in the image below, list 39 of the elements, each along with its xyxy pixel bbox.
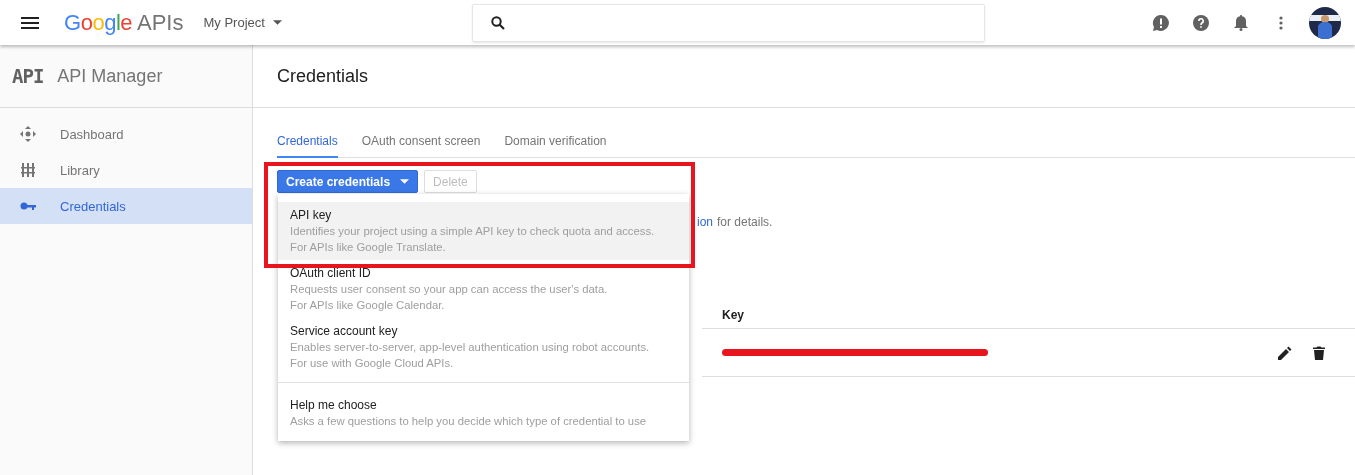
avatar-icon[interactable]: [1309, 6, 1341, 39]
key-icon: [20, 201, 36, 211]
tab[interactable]: Domain verification: [504, 132, 607, 158]
menu-item-description: For use with Google Cloud APIs.: [290, 356, 455, 371]
menu-item-title: Help me choose: [290, 397, 378, 413]
menu-item-description: For APIs like Google Translate.: [290, 240, 447, 255]
menu-item[interactable]: Help me choose Asks a few questions to help you decide which type of credential to use: [278, 382, 689, 433]
dashboard-icon: [20, 126, 36, 142]
sidebar-title: API Manager: [57, 65, 163, 87]
search-icon: [490, 15, 505, 30]
tab[interactable]: OAuth consent screen: [361, 132, 481, 158]
sidebar-item[interactable]: Library: [0, 152, 252, 188]
menu-item-description: Enables server-to-server, app-level authentication using robot accounts.: [290, 340, 651, 355]
menu-item-title: API key: [290, 207, 333, 223]
page-title: Credentials: [277, 65, 369, 87]
menu-item[interactable]: Service account key Enables server-to-server, app-level authentication using robot accounts. For use with Google Cloud APIs.: [278, 318, 689, 376]
sidebar-item[interactable]: Credentials: [0, 188, 252, 224]
menu-item-title: Service account key: [290, 323, 399, 339]
details-link[interactable]: ion: [697, 215, 713, 229]
logo: Google: [64, 9, 132, 36]
details-text: for details.: [717, 215, 773, 229]
menu-item[interactable]: OAuth client ID Requests user consent so your app can access the user's data. For APIs like Google Calendar.: [278, 260, 689, 318]
menu-item-description: For APIs like Google Calendar.: [290, 298, 446, 313]
sidebar-item[interactable]: Dashboard: [0, 116, 252, 152]
product-name: APIs: [137, 9, 184, 36]
project-selector[interactable]: My Project: [203, 15, 282, 30]
menu-item-title: OAuth client ID: [290, 265, 372, 281]
api-label: API: [12, 65, 44, 87]
library-icon: [20, 162, 36, 178]
menu-item-description: Identifies your project using a simple API key to check quota and access.: [290, 224, 656, 239]
caret-icon: [400, 179, 410, 184]
tab[interactable]: Credentials: [277, 132, 338, 158]
menu-item-description: Asks a few questions to help you decide which type of credential to use: [290, 414, 648, 429]
search-field[interactable]: [471, 3, 985, 42]
menu-item[interactable]: API key Identifies your project using a simple API key to check quota and access. For APIs like Google Translate.: [278, 202, 689, 260]
create-credentials-button[interactable]: Create credentials: [277, 170, 419, 193]
caret-icon: [272, 20, 282, 25]
column-header: Key: [702, 308, 1355, 329]
menu-item-description: Requests user consent so your app can access the user's data.: [290, 282, 609, 297]
